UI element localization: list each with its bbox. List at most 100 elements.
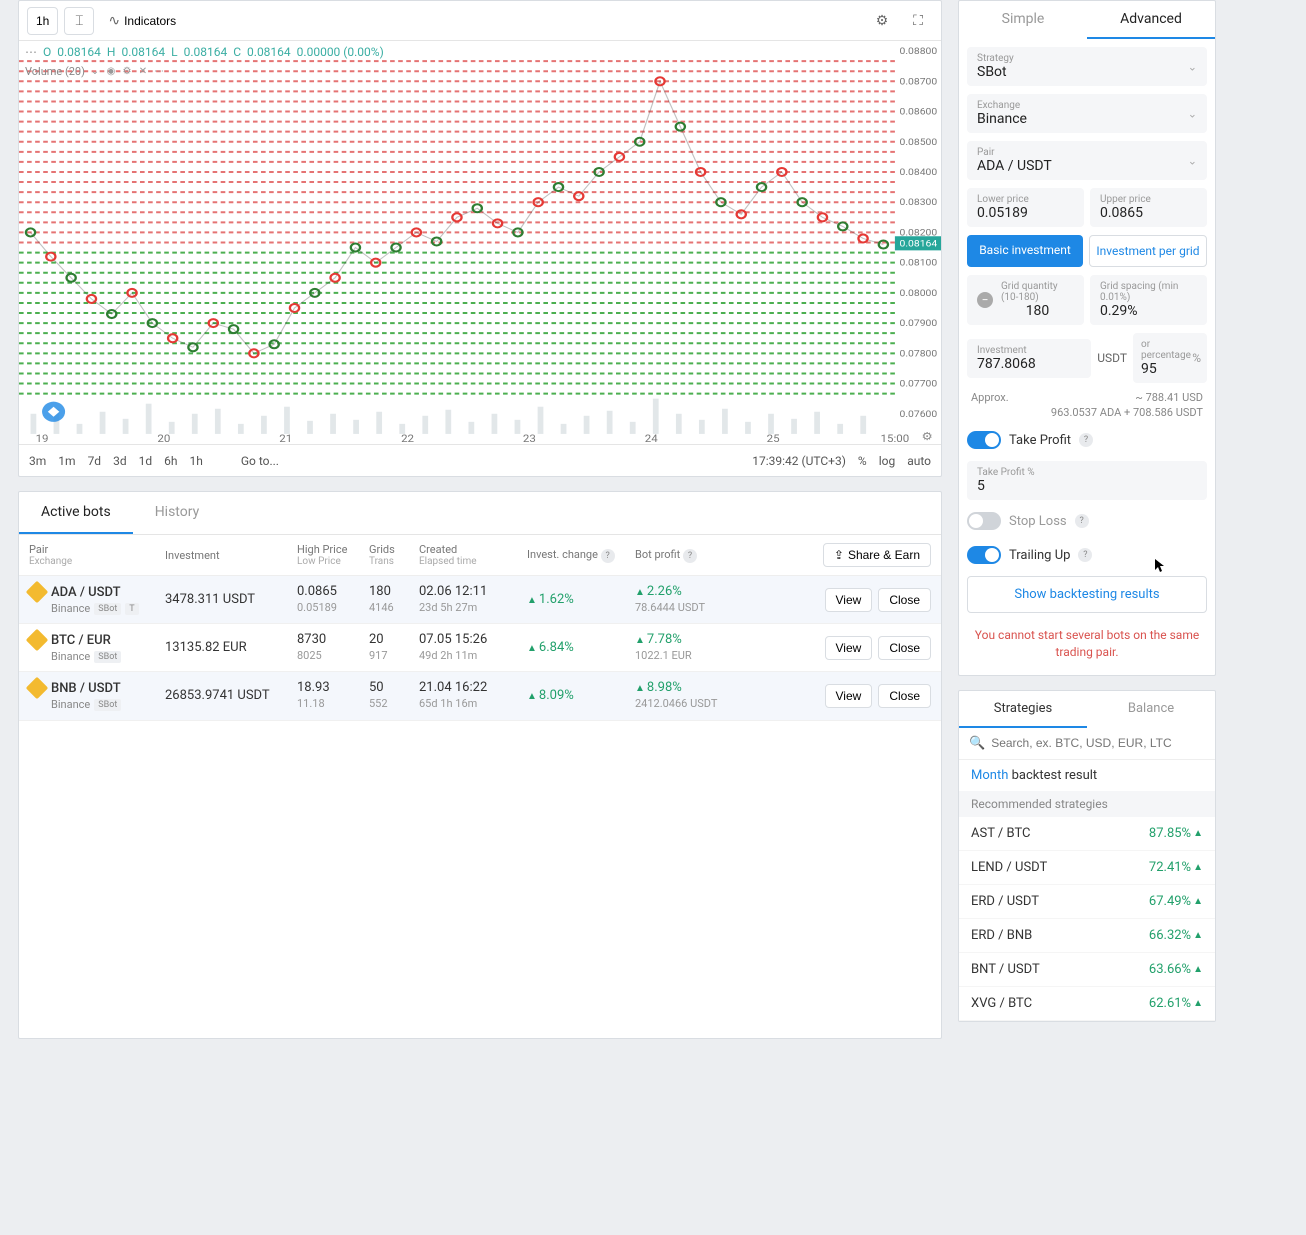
chevron-down-icon: ⌄ [89,66,101,78]
tab-strategies[interactable]: Strategies [959,691,1087,728]
svg-text:21: 21 [279,433,292,444]
exchange-select[interactable]: Exchange Binance ⌄ [967,94,1207,133]
grid-quantity-input[interactable]: − Grid quantity (10-180) 180 [967,275,1084,325]
tf-3m[interactable]: 3m [29,454,46,468]
tf-7d[interactable]: 7d [88,454,102,468]
ohlc-overlay: ⋯ O0.08164 H0.08164 L0.08164 C0.08164 0.… [25,45,384,59]
bot-row[interactable]: BNB / USDT BinanceSBot 26853.9741 USDT 1… [19,672,941,720]
help-icon[interactable]: ? [1075,514,1089,528]
strategy-row[interactable]: ERD / USDT67.49% ▲ [959,885,1215,919]
close-button[interactable]: Close [878,588,931,612]
bot-row[interactable]: ADA / USDT BinanceSBotT 3478.311 USDT 0.… [19,576,941,624]
close-button[interactable]: Close [878,684,931,708]
chevron-down-icon: ⌄ [1188,60,1197,73]
indicator-icon: ∿ [108,12,120,29]
grids-count: 20 [369,632,415,649]
arrow-up-icon: ▲ [635,683,645,694]
upper-price-input[interactable]: Upper price 0.0865 [1090,188,1207,227]
view-button[interactable]: View [825,684,873,708]
chart-body[interactable]: ⋯ O0.08164 H0.08164 L0.08164 C0.08164 0.… [19,41,941,444]
close-button[interactable]: Close [878,636,931,660]
indicators-button[interactable]: ∿ Indicators [100,7,184,35]
take-profit-toggle[interactable] [967,431,1001,449]
arrow-up-icon: ▲ [1193,896,1203,907]
tab-balance[interactable]: Balance [1087,691,1215,728]
timeframe-button[interactable]: 1h [27,7,58,35]
help-icon[interactable]: ? [1078,548,1092,562]
created-date: 07.05 15:26 [419,632,523,649]
exchange-name: Binance [51,650,90,663]
strategy-pair: ERD / BNB [971,928,1032,943]
take-profit-label: Take Profit [1009,433,1071,448]
tf-1h[interactable]: 1h [189,454,202,468]
percentage-input[interactable]: or percentage 95 [1133,333,1207,383]
chart-panel: 1h ⌶ ∿ Indicators ⚙ ⛶ ⋯ O0.08164 H0.0816… [18,0,942,477]
view-button[interactable]: View [825,636,873,660]
tf-3d[interactable]: 3d [113,454,127,468]
strategy-row[interactable]: AST / BTC87.85% ▲ [959,817,1215,851]
settings-mini-icon[interactable]: ⚙ [121,66,133,78]
basic-investment-tab[interactable]: Basic investment [967,235,1083,267]
tf-6h[interactable]: 6h [164,454,177,468]
stop-loss-toggle[interactable] [967,512,1001,530]
share-earn-button[interactable]: ⇪Share & Earn [823,543,931,567]
grids-count: 180 [369,584,415,601]
strategy-row[interactable]: LEND / USDT72.41% ▲ [959,851,1215,885]
goto-button[interactable]: Go to... [241,454,279,468]
invest-change: ▲6.84% [527,640,631,655]
tab-history[interactable]: History [133,492,222,534]
help-icon[interactable]: ? [1079,433,1093,447]
svg-text:0.08164: 0.08164 [900,239,938,249]
close-icon[interactable]: ✕ [137,66,149,78]
trans-count: 917 [369,649,415,663]
help-icon[interactable]: ? [601,549,615,563]
bot-config-panel: Simple Advanced Strategy SBot ⌄ Exchange… [958,0,1216,676]
fullscreen-icon: ⛶ [913,12,923,29]
help-icon[interactable]: ? [683,549,697,563]
bot-profit-pct: ▲7.78% [635,632,755,649]
svg-text:19: 19 [36,433,49,444]
take-profit-percent-input[interactable]: Take Profit % 5 [967,461,1207,500]
tf-1m[interactable]: 1m [58,454,75,468]
eye-icon[interactable]: ◉ [105,66,117,78]
more-icon[interactable]: ⋯ [153,66,165,78]
pair-name: ADA / USDT [51,585,121,600]
pair-select[interactable]: Pair ADA / USDT ⌄ [967,141,1207,180]
bot-row[interactable]: BTC / EUR BinanceSBot 13135.82 EUR 87308… [19,624,941,672]
high-price: 8730 [297,632,365,649]
minus-icon[interactable]: − [977,292,993,308]
svg-text:0.08500: 0.08500 [900,137,938,147]
tab-advanced[interactable]: Advanced [1087,1,1215,39]
tf-1d[interactable]: 1d [139,454,153,468]
svg-text:0.08400: 0.08400 [900,168,938,178]
invest-change: ▲8.09% [527,688,631,703]
svg-text:0.08000: 0.08000 [900,288,938,298]
strategy-select[interactable]: Strategy SBot ⌄ [967,47,1207,86]
elapsed-time: 49d 2h 11m [419,649,523,663]
auto-scale-button[interactable]: auto [907,454,931,468]
investment-per-grid-tab[interactable]: Investment per grid [1089,235,1207,267]
strategy-row[interactable]: XVG / BTC62.61% ▲ [959,987,1215,1021]
show-backtesting-button[interactable]: Show backtesting results [967,576,1207,613]
percent-scale-button[interactable]: % [858,454,867,468]
strategy-row[interactable]: BNT / USDT63.66% ▲ [959,953,1215,987]
strategy-badge: SBot [94,603,121,615]
chart-settings-button[interactable]: ⚙ [867,7,897,35]
arrow-up-icon: ▲ [527,643,537,654]
strategy-search-input[interactable] [991,736,1205,750]
tab-simple[interactable]: Simple [959,1,1087,39]
candle-type-button[interactable]: ⌶ [64,7,94,35]
created-date: 21.04 16:22 [419,680,523,697]
trailing-up-toggle[interactable] [967,546,1001,564]
svg-text:24: 24 [645,433,658,444]
grid-spacing-input[interactable]: Grid spacing (min 0.01%) 0.29% [1090,275,1207,325]
strategy-row[interactable]: ERD / BNB66.32% ▲ [959,919,1215,953]
arrow-up-icon: ▲ [1193,862,1203,873]
log-scale-button[interactable]: log [879,454,896,468]
lower-price-input[interactable]: Lower price 0.05189 [967,188,1084,227]
investment-unit: USDT [1097,351,1127,365]
investment-input[interactable]: Investment 787.8068 [967,339,1091,378]
view-button[interactable]: View [825,588,873,612]
tab-active-bots[interactable]: Active bots [19,492,133,534]
fullscreen-button[interactable]: ⛶ [903,7,933,35]
